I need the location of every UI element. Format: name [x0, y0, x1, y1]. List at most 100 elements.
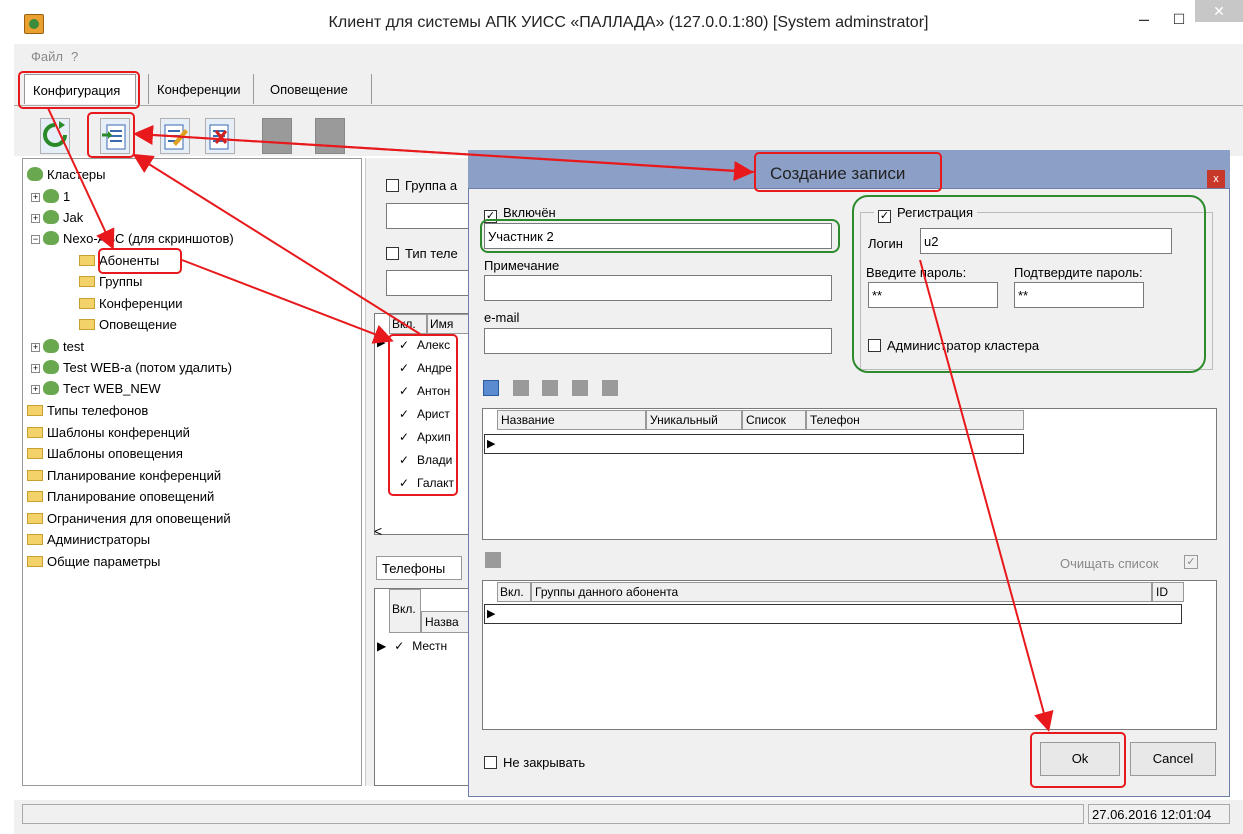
add-phone-icon[interactable] [483, 380, 499, 396]
col-enabled[interactable]: Вкл. [497, 582, 531, 602]
tab-notification[interactable]: Оповещение [262, 74, 372, 104]
cluster-icon [43, 381, 59, 395]
note-label: Примечание [484, 258, 560, 273]
tree-notif-planning[interactable]: Планирование оповещений [27, 489, 214, 504]
col-phone[interactable]: Телефон [806, 410, 1024, 430]
move-up-icon [571, 380, 588, 396]
tree-notif-templates[interactable]: Шаблоны оповещения [27, 446, 183, 461]
tree-conf-planning[interactable]: Планирование конференций [27, 468, 221, 483]
email-input[interactable] [484, 328, 832, 354]
cluster-icon [43, 210, 59, 224]
folder-icon [27, 405, 43, 416]
cluster-icon [43, 231, 59, 245]
col-name[interactable]: Назва [421, 611, 472, 633]
folder-icon [79, 298, 95, 309]
expand-icon[interactable]: + [31, 214, 40, 223]
folder-icon [27, 470, 43, 481]
menu-help[interactable]: ? [71, 49, 78, 64]
dialog-close-button[interactable]: x [1207, 170, 1225, 188]
scroll-left-icon[interactable]: < [374, 523, 382, 539]
tree-phone-types[interactable]: Типы телефонов [27, 403, 148, 418]
annotation-highlight [98, 248, 182, 274]
phone-type-input[interactable] [386, 270, 471, 296]
groups-edit-icon [485, 552, 501, 568]
checkbox-icon [484, 756, 497, 769]
folder-icon [79, 319, 95, 330]
table-row[interactable]: ▶ [484, 604, 1182, 624]
email-label: e-mail [484, 310, 520, 325]
annotation-highlight [1030, 732, 1126, 788]
tree-cluster-jak[interactable]: + Jak [31, 210, 83, 225]
col-unique[interactable]: Уникальный [646, 410, 742, 430]
groups-grid [482, 580, 1217, 730]
cluster-icon [43, 189, 59, 203]
close-button[interactable]: ✕ [1195, 0, 1243, 22]
phone-type-filter[interactable]: Тип теле [386, 246, 458, 261]
tree-cluster-test[interactable]: + test [31, 339, 84, 354]
expand-icon[interactable]: + [31, 343, 40, 352]
col-subscriber-groups[interactable]: Группы данного абонента [531, 582, 1152, 602]
status-panel [22, 804, 1084, 824]
annotation-highlight [87, 112, 135, 158]
tree-notif-limits[interactable]: Ограничения для оповещений [27, 511, 231, 526]
folder-icon [27, 448, 43, 459]
col-enabled[interactable]: Вкл. [389, 589, 421, 633]
title-bar: Клиент для системы АПК УИСС «ПАЛЛАДА» (1… [14, 0, 1243, 44]
menu-bar [14, 44, 1243, 66]
tree-cluster-1[interactable]: +1 [31, 189, 70, 204]
table-row[interactable]: ▶ ✓ Местн [377, 639, 447, 653]
clear-list-checkbox[interactable]: ✓ [1184, 555, 1198, 569]
edit-record-icon[interactable] [160, 118, 190, 154]
col-name[interactable]: Имя [427, 314, 472, 334]
toolbar [14, 106, 1243, 156]
col-enabled[interactable]: Вкл. [389, 314, 427, 334]
delete-phone-icon [542, 380, 559, 396]
expand-icon[interactable]: + [31, 193, 40, 202]
tree-conf-templates[interactable]: Шаблоны конференций [27, 425, 190, 440]
tab-conferences[interactable]: Конференции [148, 74, 254, 104]
phones-toolbar [483, 380, 663, 402]
tree-conferences[interactable]: Конференции [79, 296, 183, 311]
expand-icon[interactable]: + [31, 385, 40, 394]
group-filter-checkbox[interactable] [386, 179, 399, 192]
move-down-icon [601, 380, 618, 396]
folder-icon [27, 513, 43, 524]
edit-phone-icon [512, 380, 529, 396]
expand-icon[interactable]: + [31, 364, 40, 373]
collapse-icon[interactable]: − [31, 235, 40, 244]
tree-notification[interactable]: Оповещение [79, 317, 177, 332]
menu-file[interactable]: Файл [31, 49, 63, 64]
tree-cluster-test-web[interactable]: + Test WEB-a (потом удалить) [31, 360, 232, 375]
group-filter-input[interactable] [386, 203, 471, 229]
col-list[interactable]: Список [742, 410, 806, 430]
clear-list-label: Очищать список [1060, 556, 1159, 571]
annotation-highlight [754, 152, 942, 192]
minimize-button[interactable]: – [1129, 8, 1159, 34]
delete-record-icon[interactable] [205, 118, 235, 154]
col-id[interactable]: ID [1152, 582, 1184, 602]
tree-cluster-nexo[interactable]: − Nexo-ASC (для скриншотов) [31, 231, 234, 246]
folder-icon [79, 276, 95, 287]
note-input[interactable] [484, 275, 832, 301]
col-title[interactable]: Название [497, 410, 646, 430]
current-row-marker-icon: ▶ [487, 438, 496, 450]
tree-general-params[interactable]: Общие параметры [27, 554, 160, 569]
tree-groups[interactable]: Группы [79, 274, 142, 289]
phone-type-checkbox[interactable] [386, 247, 399, 260]
annotation-highlight [18, 71, 140, 109]
table-row[interactable]: ▶ [484, 434, 1024, 454]
tab-phones[interactable]: Телефоны [376, 556, 462, 580]
cancel-button[interactable]: Cancel [1130, 742, 1216, 776]
folder-icon [27, 534, 43, 545]
maximize-button[interactable]: ☐ [1164, 8, 1194, 34]
tree-root[interactable]: Кластеры [27, 167, 106, 182]
current-row-marker-icon: ▶ [487, 608, 496, 620]
group-filter[interactable]: Группа а [386, 178, 457, 193]
current-row-marker-icon: ▶ [377, 337, 386, 349]
dont-close-checkbox[interactable]: Не закрывать [484, 755, 585, 770]
cluster-icon [43, 339, 59, 353]
tree-admins[interactable]: Администраторы [27, 532, 150, 547]
disabled-action-icon [262, 118, 292, 154]
tree-cluster-web-new[interactable]: + Тест WEB_NEW [31, 381, 161, 396]
refresh-icon[interactable] [40, 118, 70, 154]
